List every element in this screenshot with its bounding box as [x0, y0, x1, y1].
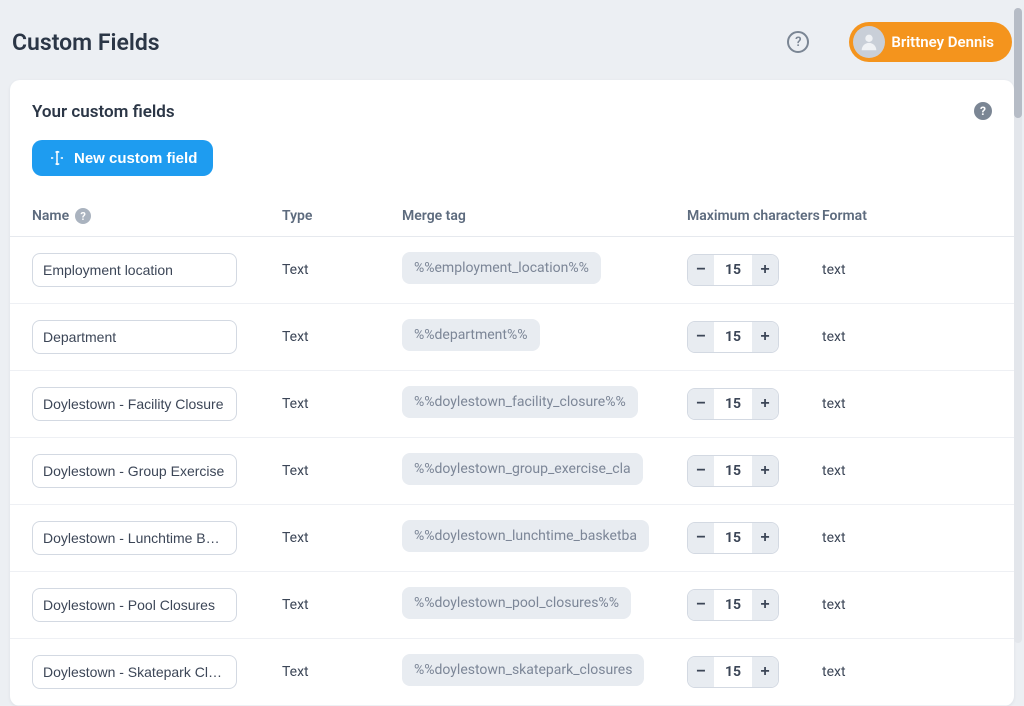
- field-format: text: [822, 664, 992, 680]
- merge-tag[interactable]: %%doylestown_skatepark_closures: [402, 654, 644, 686]
- stepper-value[interactable]: 15: [714, 456, 752, 486]
- stepper-plus[interactable]: +: [752, 389, 778, 419]
- field-name-input[interactable]: [32, 588, 237, 622]
- merge-tag[interactable]: %%doylestown_facility_closure%%: [402, 386, 638, 418]
- stepper-plus[interactable]: +: [752, 657, 778, 687]
- field-type: Text: [282, 530, 402, 546]
- merge-tag[interactable]: %%employment_location%%: [402, 252, 601, 284]
- custom-fields-card: Your custom fields ? New custom field Na…: [10, 80, 1014, 706]
- stepper-minus[interactable]: −: [688, 590, 714, 620]
- col-max-label: Maximum characters: [687, 208, 822, 224]
- max-chars-stepper: − 15 +: [687, 254, 779, 286]
- help-icon[interactable]: ?: [787, 31, 809, 53]
- max-chars-stepper: − 15 +: [687, 388, 779, 420]
- field-type: Text: [282, 329, 402, 345]
- new-custom-field-button[interactable]: New custom field: [32, 140, 213, 176]
- field-format: text: [822, 597, 992, 613]
- scrollbar-track[interactable]: [1014, 8, 1022, 643]
- col-format-label: Format: [822, 208, 992, 224]
- avatar: [853, 26, 885, 58]
- page-title: Custom Fields: [12, 29, 787, 56]
- table-row: Text %%doylestown_lunchtime_basketba − 1…: [10, 505, 1014, 572]
- card-title: Your custom fields: [32, 102, 992, 122]
- field-format: text: [822, 329, 992, 345]
- max-chars-stepper: − 15 +: [687, 589, 779, 621]
- field-type: Text: [282, 396, 402, 412]
- max-chars-stepper: − 15 +: [687, 656, 779, 688]
- field-name-input[interactable]: [32, 320, 237, 354]
- stepper-minus[interactable]: −: [688, 389, 714, 419]
- table-row: Text %%doylestown_facility_closure%% − 1…: [10, 371, 1014, 438]
- merge-tag[interactable]: %%doylestown_group_exercise_cla: [402, 453, 643, 485]
- stepper-value[interactable]: 15: [714, 389, 752, 419]
- field-format: text: [822, 530, 992, 546]
- name-help-icon[interactable]: ?: [75, 208, 91, 224]
- new-button-label: New custom field: [74, 150, 197, 167]
- merge-tag[interactable]: %%doylestown_lunchtime_basketba: [402, 520, 649, 552]
- stepper-minus[interactable]: −: [688, 523, 714, 553]
- stepper-plus[interactable]: +: [752, 255, 778, 285]
- panel-help-icon[interactable]: ?: [974, 102, 992, 120]
- stepper-value[interactable]: 15: [714, 255, 752, 285]
- table-row: Text %%doylestown_group_exercise_cla − 1…: [10, 438, 1014, 505]
- table-row: Text %%doylestown_skatepark_closures − 1…: [10, 639, 1014, 706]
- field-type: Text: [282, 262, 402, 278]
- table-row: Text %%department%% − 15 + text: [10, 304, 1014, 371]
- merge-tag[interactable]: %%department%%: [402, 319, 540, 351]
- stepper-value[interactable]: 15: [714, 523, 752, 553]
- field-format: text: [822, 463, 992, 479]
- text-cursor-icon: [48, 149, 66, 167]
- table-row: Text %%employment_location%% − 15 + text: [10, 237, 1014, 304]
- field-type: Text: [282, 664, 402, 680]
- scrollbar-thumb[interactable]: [1014, 8, 1022, 118]
- stepper-plus[interactable]: +: [752, 590, 778, 620]
- col-merge-label: Merge tag: [402, 208, 687, 224]
- field-format: text: [822, 396, 992, 412]
- field-name-input[interactable]: [32, 387, 237, 421]
- max-chars-stepper: − 15 +: [687, 455, 779, 487]
- stepper-plus[interactable]: +: [752, 523, 778, 553]
- field-name-input[interactable]: [32, 454, 237, 488]
- max-chars-stepper: − 15 +: [687, 522, 779, 554]
- field-type: Text: [282, 597, 402, 613]
- stepper-value[interactable]: 15: [714, 657, 752, 687]
- table-row: Text %%doylestown_pool_closures%% − 15 +…: [10, 572, 1014, 639]
- field-type: Text: [282, 463, 402, 479]
- stepper-plus[interactable]: +: [752, 456, 778, 486]
- stepper-minus[interactable]: −: [688, 456, 714, 486]
- user-name: Brittney Dennis: [891, 33, 994, 51]
- merge-tag[interactable]: %%doylestown_pool_closures%%: [402, 587, 631, 619]
- field-name-input[interactable]: [32, 655, 237, 689]
- field-name-input[interactable]: [32, 521, 237, 555]
- stepper-minus[interactable]: −: [688, 255, 714, 285]
- stepper-value[interactable]: 15: [714, 590, 752, 620]
- max-chars-stepper: − 15 +: [687, 321, 779, 353]
- field-name-input[interactable]: [32, 253, 237, 287]
- field-format: text: [822, 262, 992, 278]
- stepper-minus[interactable]: −: [688, 657, 714, 687]
- user-menu[interactable]: Brittney Dennis: [849, 22, 1012, 62]
- stepper-value[interactable]: 15: [714, 322, 752, 352]
- table-header: Name ? Type Merge tag Maximum characters…: [10, 196, 1014, 237]
- col-type-label: Type: [282, 208, 402, 224]
- col-name-label: Name: [32, 208, 69, 224]
- stepper-plus[interactable]: +: [752, 322, 778, 352]
- stepper-minus[interactable]: −: [688, 322, 714, 352]
